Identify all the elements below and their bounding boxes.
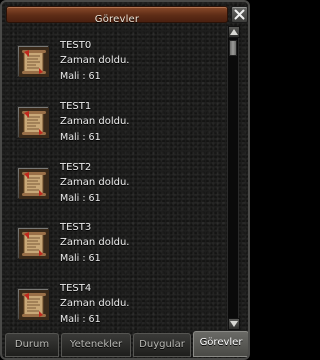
scroll-thumb[interactable] <box>229 40 237 56</box>
quest-list-scrollbar[interactable] <box>227 26 240 330</box>
quest-icon-frame <box>16 44 50 78</box>
quest-list: TEST0 Zaman doldu. Mali : 61 TEST1 Zaman… <box>2 26 224 326</box>
quest-item[interactable]: TEST3 Zaman doldu. Mali : 61 <box>16 222 216 278</box>
quest-scroll-icon <box>19 229 49 259</box>
close-button[interactable] <box>231 6 248 23</box>
window-title: Görevler <box>94 14 140 25</box>
quest-reward: Mali : 61 <box>60 193 101 204</box>
quest-status: Zaman doldu. <box>60 116 130 127</box>
quest-reward: Mali : 61 <box>60 71 101 82</box>
quest-name: TEST1 <box>60 101 92 112</box>
quest-window: Görevler TEST0 Zaman doldu. Mali: 61 TE… <box>0 0 250 360</box>
quest-item[interactable]: TEST0 Zaman doldu. Mali : 61 <box>16 40 216 96</box>
quest-scroll-icon <box>19 108 49 138</box>
tab-bar: Durum Yetenekler Duygular Görevler <box>5 331 248 358</box>
quest-item[interactable]: TEST2 Zaman doldu. Mali : 61 <box>16 162 216 218</box>
quest-name: TEST2 <box>60 162 92 173</box>
quest-icon-frame <box>16 287 50 321</box>
quest-scroll-icon <box>19 47 49 77</box>
arrow-up-icon <box>230 29 238 35</box>
quest-scroll-icon <box>19 290 49 320</box>
arrow-down-icon <box>230 321 238 327</box>
tab-gorevler[interactable]: Görevler <box>193 331 248 357</box>
quest-scroll-icon <box>19 169 49 199</box>
quest-reward: Mali : 61 <box>60 253 101 264</box>
quest-reward: Mali : 61 <box>60 132 101 143</box>
tab-yetenekler[interactable]: Yetenekler <box>61 333 131 357</box>
scroll-down-button[interactable] <box>228 318 240 330</box>
title-bar[interactable]: Görevler <box>6 6 228 25</box>
quest-icon-frame <box>16 105 50 139</box>
quest-item[interactable]: TEST1 Zaman doldu. Mali : 61 <box>16 101 216 157</box>
tab-durum[interactable]: Durum <box>5 333 59 357</box>
close-icon <box>234 9 245 20</box>
quest-reward: Mali : 61 <box>60 314 101 325</box>
quest-icon-frame <box>16 226 50 260</box>
quest-status: Zaman doldu. <box>60 298 130 309</box>
quest-status: Zaman doldu. <box>60 237 130 248</box>
quest-name: TEST3 <box>60 222 92 233</box>
tab-duygular[interactable]: Duygular <box>133 333 191 357</box>
quest-icon-frame <box>16 166 50 200</box>
quest-name: TEST4 <box>60 283 92 294</box>
quest-status: Zaman doldu. <box>60 55 130 66</box>
scroll-up-button[interactable] <box>228 26 240 38</box>
quest-item[interactable]: TEST4 Zaman doldu. Mali : 61 <box>16 283 216 339</box>
quest-status: Zaman doldu. <box>60 177 130 188</box>
quest-name: TEST0 <box>60 40 92 51</box>
